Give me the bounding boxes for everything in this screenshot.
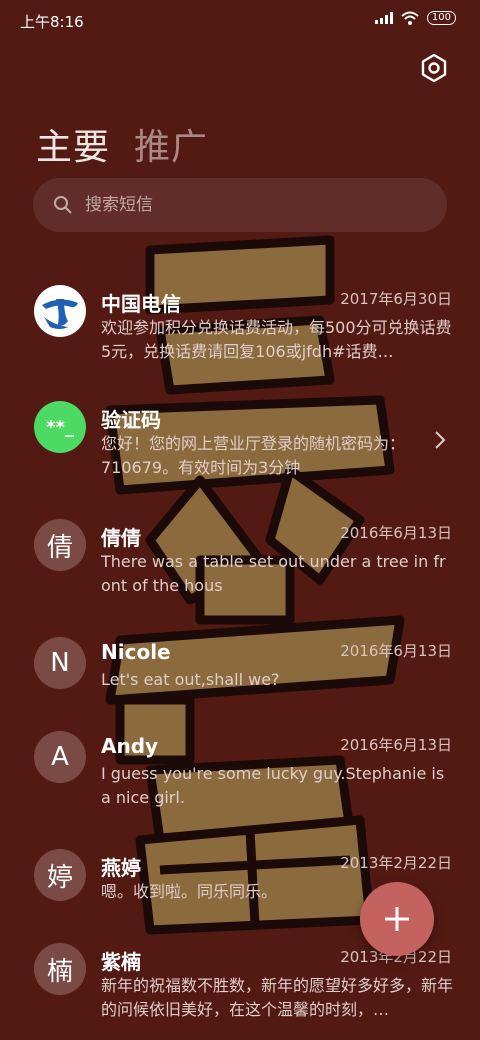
avatar: 婷 <box>34 849 86 901</box>
message-preview: 欢迎参加积分兑换话费活动，每500分可兑换话费5元，兑换话费请回复106或jfd… <box>101 318 452 361</box>
conversation-row[interactable]: 中国电信 2017年6月30日 欢迎参加积分兑换话费活动，每500分可兑换话费5… <box>0 282 480 382</box>
contact-name: 燕婷 <box>101 856 141 880</box>
message-preview: 新年的祝福数不胜数，新年的愿望好多好多，新年的问候依旧美好，在这个温馨的时刻，… <box>101 976 453 1019</box>
contact-name: 验证码 <box>101 408 161 432</box>
conversation-row[interactable]: N Nicole 2016年6月13日 Let's eat out,shall … <box>0 634 480 734</box>
conversation-row[interactable]: 倩 倩倩 2016年6月13日 There was a table set ou… <box>0 516 480 616</box>
status-time: 上午8:16 <box>20 13 84 31</box>
search-icon <box>54 196 72 214</box>
compose-button[interactable] <box>360 882 434 956</box>
conversation-row[interactable]: 楠 紫楠 2013年2月22日 新年的祝福数不胜数，新年的愿望好多好多，新年的问… <box>0 940 480 1040</box>
contact-name: Nicole <box>101 640 171 664</box>
avatar <box>34 285 86 337</box>
message-preview: There was a table set out under a tree i… <box>101 552 446 595</box>
tab-promotions[interactable]: 推广 <box>134 118 208 170</box>
gear-hexagon-icon[interactable] <box>418 52 450 84</box>
message-date: 2017年6月30日 <box>340 290 452 308</box>
message-date: 2016年6月13日 <box>340 524 452 542</box>
status-bar: 上午8:16 100 <box>0 0 480 40</box>
plus-icon <box>385 907 409 931</box>
avatar: 倩 <box>34 519 86 571</box>
message-preview: Let's eat out,shall we? <box>101 670 280 689</box>
conversation-row[interactable]: **_ 验证码 您好！您的网上营业厅登录的随机密码为：710679。有效时间为3… <box>0 398 480 498</box>
signal-icon <box>374 12 393 24</box>
avatar: **_ <box>34 401 86 453</box>
avatar: A <box>34 731 86 783</box>
message-date: 2016年6月13日 <box>340 736 452 754</box>
message-date: 2016年6月13日 <box>340 642 452 660</box>
search-bar[interactable] <box>33 178 447 232</box>
tab-primary[interactable]: 主要 <box>36 118 110 170</box>
wifi-icon <box>401 11 419 25</box>
contact-name: Andy <box>101 734 159 758</box>
chevron-right-icon[interactable] <box>434 430 446 450</box>
avatar: 楠 <box>34 943 86 995</box>
conversation-row[interactable]: A Andy 2016年6月13日 I guess you're some lu… <box>0 728 480 828</box>
contact-name: 倩倩 <box>101 526 141 550</box>
contact-name: 中国电信 <box>101 292 181 316</box>
search-input[interactable] <box>83 194 387 216</box>
message-tabs: 主要 推广 <box>36 118 208 170</box>
avatar: N <box>34 637 86 689</box>
message-date: 2013年2月22日 <box>340 854 452 872</box>
china-telecom-logo-icon <box>35 286 85 336</box>
message-preview: I guess you're some lucky guy.Stephanie … <box>101 764 445 807</box>
battery-indicator: 100 <box>426 11 456 25</box>
contact-name: 紫楠 <box>101 950 141 974</box>
message-preview: 您好！您的网上营业厅登录的随机密码为：710679。有效时间为3分钟 <box>101 434 406 477</box>
